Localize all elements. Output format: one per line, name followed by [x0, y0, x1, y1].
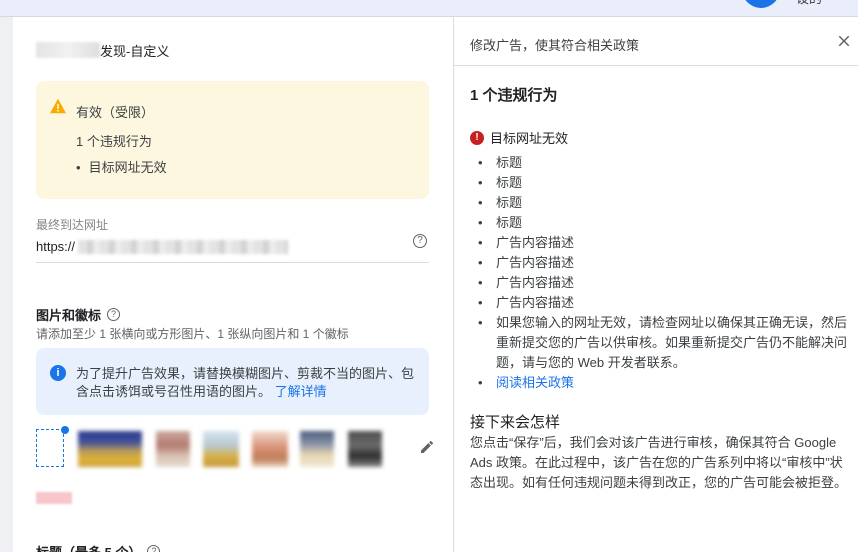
thumbnail-badge [61, 426, 69, 434]
warning-icon [50, 98, 66, 114]
image-thumbnail[interactable] [203, 431, 239, 467]
ad-type-label: 发现-自定义 [100, 43, 170, 59]
info-box: i 为了提升广告效果，请替换模糊图片、剪裁不当的图片、包含点击诱饵或号召性用语的… [36, 348, 429, 415]
help-icon[interactable]: ? [107, 308, 121, 321]
learn-more-link[interactable]: 了解详情 [275, 384, 327, 399]
info-icon: i [50, 365, 66, 381]
list-item: 广告内容描述 [478, 233, 848, 253]
final-url-label: 最终到达网址 [36, 218, 109, 232]
next-steps-body: 您点击“保存”后，我们会对该广告进行审核，确保其符合 Google Ads 政策… [470, 435, 848, 490]
images-requirement: 请添加至少 1 张横向或方形图片、1 张纵向图片和 1 个徽标 [36, 327, 349, 341]
violations-heading: 1 个违规行为 [470, 87, 558, 104]
policy-panel-title: 修改广告，使其符合相关政策 [470, 38, 640, 53]
headlines-heading-text: 标题（最多 5 个） [36, 542, 141, 552]
ad-title-row: 发现-自定义 [36, 41, 169, 59]
list-item: 广告内容描述 [478, 253, 848, 273]
help-icon[interactable]: ? [413, 234, 427, 248]
final-url-prefix: https:// [36, 239, 76, 254]
blurred-ad-name [36, 42, 100, 58]
violation-text: 目标网址无效 [490, 131, 569, 146]
thumbnail-selected[interactable] [36, 429, 64, 467]
image-thumbnail[interactable] [156, 431, 190, 467]
info-text: 为了提升广告效果，请替换模糊图片、剪裁不当的图片、包含点击诱饵或号召性用语的图片… [76, 365, 416, 401]
violation-item: ! 目标网址无效 [470, 128, 568, 147]
list-item: 标题 [478, 193, 848, 213]
top-bar: 设的 [0, 0, 858, 17]
list-item: 标题 [478, 213, 848, 233]
next-steps-heading: 接下来会怎样 [470, 414, 561, 431]
list-item: 标题 [478, 173, 848, 193]
headlines-heading: 标题（最多 5 个） ? [36, 542, 161, 552]
policy-panel: 修改广告，使其符合相关政策 1 个违规行为 ! 目标网址无效 标题 标题 标题 … [453, 17, 858, 552]
info-message: 为了提升广告效果，请替换模糊图片、剪裁不当的图片、包含点击诱饵或号召性用语的图片… [76, 366, 415, 399]
avatar[interactable] [742, 0, 780, 8]
policy-panel-header: 修改广告，使其符合相关政策 [454, 17, 858, 66]
help-icon[interactable]: ? [147, 545, 161, 552]
error-icon: ! [470, 130, 484, 145]
edit-icon[interactable] [419, 439, 435, 455]
affected-fields-list: 标题 标题 标题 标题 广告内容描述 广告内容描述 广告内容描述 广告内容描述 … [478, 153, 848, 393]
list-item: 广告内容描述 [478, 273, 848, 293]
image-thumbnail[interactable] [252, 431, 288, 467]
violation-count: 1 个违规行为 [76, 134, 152, 149]
image-thumbnails [36, 426, 441, 469]
close-icon[interactable] [835, 32, 853, 50]
status-box: 有效（受限） 1 个违规行为 目标网址无效 [36, 81, 429, 199]
list-item: 标题 [478, 153, 848, 173]
final-url-field[interactable]: https:// ? [36, 234, 429, 263]
status-issue: 目标网址无效 [76, 157, 167, 176]
top-bar-label: 设的 [796, 0, 822, 6]
images-heading: 图片和徽标 ? [36, 305, 121, 324]
blurred-logo [36, 492, 72, 504]
read-policy-link[interactable]: 阅读相关政策 [496, 375, 574, 390]
image-thumbnail[interactable] [78, 431, 142, 467]
list-item: 广告内容描述 [478, 293, 848, 313]
status-label: 有效（受限） [76, 105, 155, 120]
advice-item: 如果您输入的网址无效，请检查网址以确保其正确无误，然后重新提交您的广告以供审核。… [478, 313, 848, 373]
blurred-url [78, 240, 288, 254]
image-thumbnail[interactable] [348, 431, 382, 467]
images-heading-text: 图片和徽标 [36, 308, 102, 323]
policy-link-item: 阅读相关政策 [478, 373, 848, 393]
ad-editor-panel: 发现-自定义 有效（受限） 1 个违规行为 目标网址无效 最终到达网址 http… [13, 17, 453, 552]
image-thumbnail[interactable] [300, 431, 334, 467]
